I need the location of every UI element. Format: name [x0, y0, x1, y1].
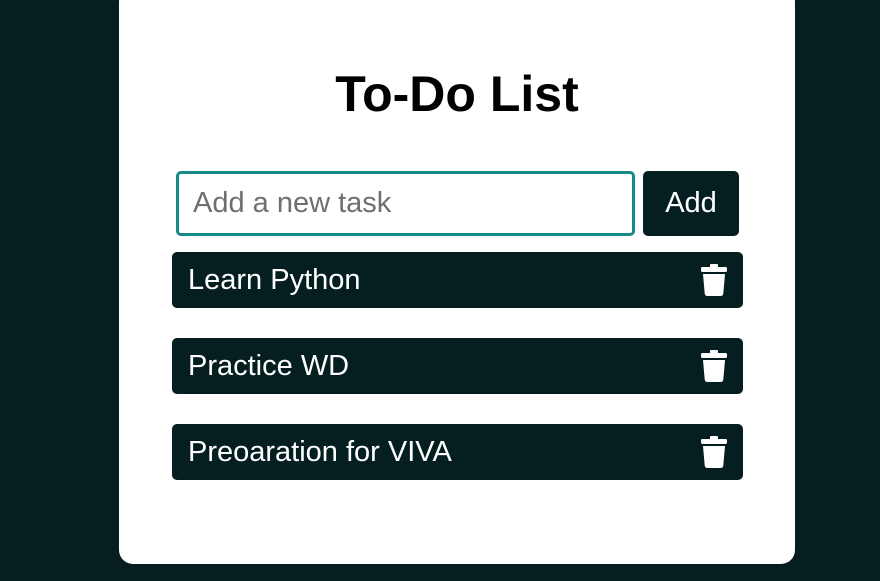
delete-task-button[interactable]: [699, 435, 729, 469]
todo-card: To-Do List Add Learn Python Practice WD: [119, 0, 795, 564]
add-task-button[interactable]: Add: [643, 171, 739, 236]
task-item: Practice WD: [172, 338, 743, 394]
task-list: Learn Python Practice WD Preoaration for…: [172, 252, 743, 510]
task-item: Preoaration for VIVA: [172, 424, 743, 480]
task-label: Preoaration for VIVA: [188, 435, 452, 468]
trash-icon: [701, 350, 727, 382]
task-item: Learn Python: [172, 252, 743, 308]
new-task-input[interactable]: [176, 171, 635, 236]
trash-icon: [701, 436, 727, 468]
task-label: Practice WD: [188, 349, 350, 382]
page-title: To-Do List: [335, 66, 579, 122]
task-label: Learn Python: [188, 263, 361, 296]
delete-task-button[interactable]: [699, 349, 729, 383]
delete-task-button[interactable]: [699, 263, 729, 297]
trash-icon: [701, 264, 727, 296]
